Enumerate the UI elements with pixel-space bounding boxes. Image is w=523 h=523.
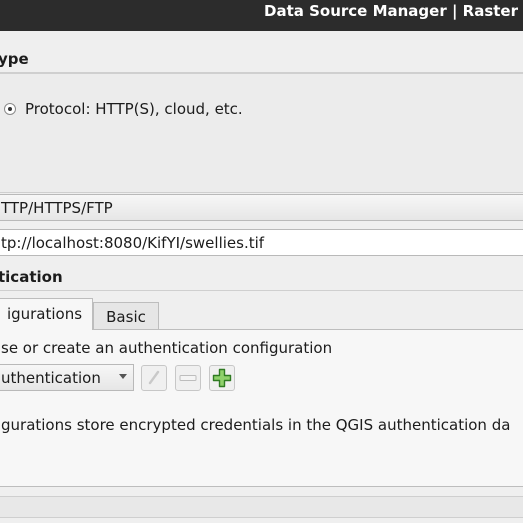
divider bbox=[0, 290, 523, 291]
radio-selected-dot bbox=[8, 107, 12, 111]
tab-configurations-label: igurations bbox=[6, 305, 83, 323]
protocol-type-value: TTP/HTTPS/FTP bbox=[1, 199, 113, 217]
uri-value: tp://localhost:8080/KifYI/swellies.tif bbox=[1, 234, 265, 252]
protocol-radio-label[interactable]: Protocol: HTTP(S), cloud, etc. bbox=[25, 100, 243, 118]
configurations-tab-panel: se or create an authentication configura… bbox=[0, 329, 523, 487]
source-type-section-label: ype bbox=[0, 50, 29, 68]
authentication-section-label: tication bbox=[0, 268, 63, 286]
bottom-panel bbox=[0, 497, 523, 517]
edit-config-button[interactable] bbox=[141, 365, 167, 391]
chevron-down-icon bbox=[119, 374, 127, 379]
window-title: Data Source Manager | Raster bbox=[264, 2, 518, 20]
protocol-type-combo[interactable]: TTP/HTTPS/FTP bbox=[0, 194, 523, 221]
uri-input[interactable]: tp://localhost:8080/KifYI/swellies.tif bbox=[0, 229, 523, 256]
source-type-group: Protocol: HTTP(S), cloud, etc. bbox=[0, 73, 523, 149]
divider bbox=[0, 517, 523, 518]
title-bar: Data Source Manager | Raster bbox=[0, 0, 523, 31]
spacer-panel bbox=[0, 148, 523, 192]
tab-basic[interactable]: Basic bbox=[93, 302, 159, 330]
auth-instruction-text: se or create an authentication configura… bbox=[1, 339, 333, 357]
tab-basic-label: Basic bbox=[106, 308, 146, 326]
tab-configurations[interactable]: igurations bbox=[0, 298, 93, 330]
remove-config-button[interactable] bbox=[175, 365, 201, 391]
divider bbox=[0, 192, 523, 193]
minus-icon bbox=[179, 375, 197, 381]
auth-config-select-value: uthentication bbox=[1, 369, 101, 387]
add-config-button[interactable] bbox=[209, 365, 235, 391]
protocol-radio[interactable] bbox=[4, 103, 16, 115]
auth-storage-note: gurations store encrypted credentials in… bbox=[1, 416, 511, 434]
pencil-icon bbox=[148, 370, 160, 385]
plus-icon bbox=[212, 368, 232, 388]
auth-config-select[interactable]: uthentication bbox=[0, 364, 134, 391]
